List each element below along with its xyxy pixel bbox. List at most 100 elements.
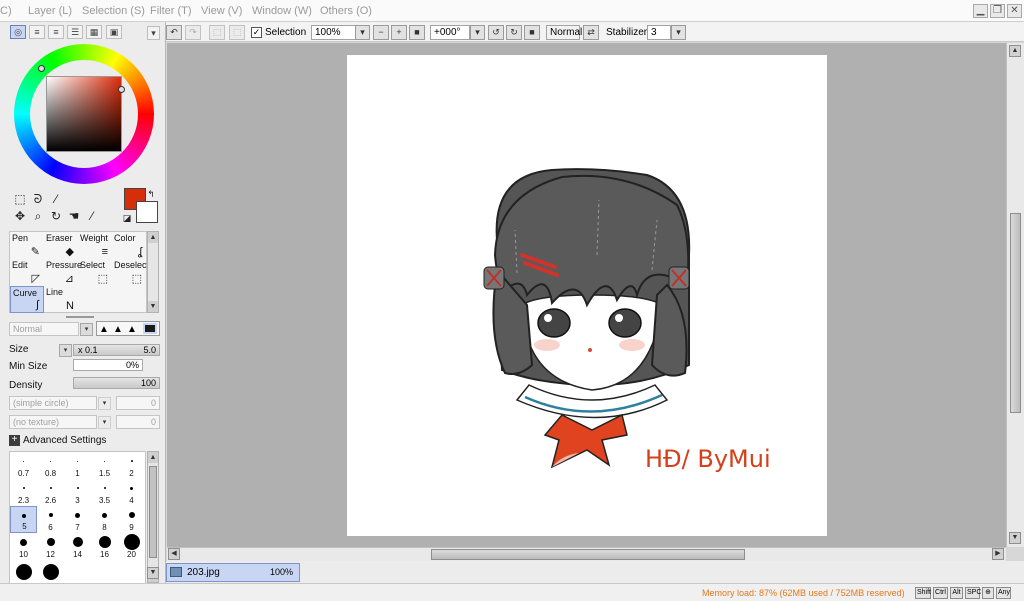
rotate-icon[interactable]: ↻ [48,208,64,224]
menu-item[interactable]: Selection (S) [82,5,145,17]
hard-shape-icon[interactable]: ▲ [127,324,137,335]
background-color-swatch[interactable] [136,201,158,223]
close-button[interactable]: ✕ [1007,4,1022,18]
brush-size-preset[interactable]: 14 [64,533,91,560]
hand-icon[interactable]: ☚ [66,208,82,224]
menu-item[interactable]: Window (W) [252,5,312,17]
zoom-out-icon[interactable]: − [373,25,389,40]
brush-size-preset[interactable]: 0.8 [37,452,64,479]
blend-mode-field[interactable]: Normal [9,322,79,336]
canvas-vertical-scrollbar[interactable]: ▲ ▼ [1006,43,1024,547]
brush-size-preset[interactable]: 8 [91,506,118,533]
brush-deselect[interactable]: Deselect ⬚ [112,259,149,286]
eyedropper-icon[interactable]: ⁄ [84,208,100,224]
stabilizer-dropdown[interactable]: ▾ [671,25,686,40]
rgb-slider-tab[interactable]: ≡ [29,25,45,39]
brush-size-preset[interactable]: 2.3 [10,479,37,506]
brush-size-preset[interactable]: 2.6 [37,479,64,506]
swatch-tab[interactable]: ☰ [67,25,83,39]
advanced-settings-label[interactable]: Advanced Settings [23,435,106,446]
brush-pen[interactable]: Pen ✎ [10,232,44,259]
deselect-icon[interactable]: ⬚ [209,25,225,40]
magic-wand-icon[interactable]: ⁄ [48,191,64,207]
menu-item[interactable]: Layer (L) [28,5,72,17]
brush-size-preset[interactable]: 4 [118,479,145,506]
scroll-up-arrow[interactable]: ▲ [148,452,158,463]
scroll-down-arrow[interactable]: ▼ [148,301,158,312]
brush-texture-dropdown[interactable]: ▾ [98,416,111,429]
brush-size-preset[interactable]: 5 [10,506,37,533]
brush-weight[interactable]: Weight ≡ [78,232,112,259]
brush-size-preset[interactable]: 12 [37,533,64,560]
brush-edit[interactable]: Edit ◸ [10,259,44,286]
menu-item[interactable]: C) [0,5,12,17]
brush-size-preset[interactable]: 2 [118,452,145,479]
brush-shape-value[interactable]: 0 [116,396,160,410]
rotation-dropdown[interactable]: ▾ [470,25,485,40]
size-slider[interactable]: x 0.1 5.0 [73,344,160,356]
brush-select[interactable]: Select ⬚ [78,259,112,286]
canvas-paper[interactable]: HĐ/ ByMui [347,55,827,536]
selection-checkbox[interactable]: ✓ [251,27,262,38]
sv-marker[interactable] [118,86,125,93]
brush-size-preset[interactable]: 10 [10,533,37,560]
scroll-down-arrow[interactable]: ▼ [1009,532,1021,544]
zoom-icon[interactable]: ⌕ [30,208,46,224]
soft-shape-icon[interactable]: ▲ [99,324,109,335]
flip-canvas-icon[interactable]: ⇄ [583,25,599,40]
brush-size-preset[interactable]: 7 [64,506,91,533]
solid-shape-icon[interactable] [143,323,157,334]
color-wheel[interactable] [14,44,154,184]
brush-texture-value[interactable]: 0 [116,415,160,429]
brush-line[interactable]: Line N [44,286,78,313]
brush-size-preset[interactable]: 16 [91,533,118,560]
restore-button[interactable]: ❐ [990,4,1005,18]
brush-curve[interactable]: Curve ∫ [10,286,44,313]
invert-selection-icon[interactable]: ⬚ [229,25,245,40]
menu-item[interactable]: View (V) [201,5,242,17]
brush-eraser[interactable]: Eraser ◆ [44,232,78,259]
undo-icon[interactable]: ↶ [166,25,182,40]
zoom-field[interactable]: 100% [311,25,356,40]
scroll-right-arrow[interactable]: ▶ [992,548,1004,560]
blend-mode-field[interactable]: Normal [546,25,582,40]
stabilizer-field[interactable]: 3 [647,25,671,40]
scroll-left-arrow[interactable]: ◀ [168,548,180,560]
brush-grid-scrollbar[interactable]: ▲ ▼ [147,231,159,313]
brush-pressure[interactable]: Pressure ⊿ [44,259,82,286]
zoom-reset-icon[interactable]: ■ [409,25,425,40]
brush-size-preset[interactable]: 3.5 [91,479,118,506]
brush-shape-field[interactable]: (simple circle) [9,396,97,410]
menu-item[interactable]: Filter (T) [150,5,192,17]
lasso-icon[interactable]: ᘐ [30,191,46,207]
scroll-up-arrow[interactable]: ▲ [148,232,158,243]
hsv-slider-tab[interactable]: ≡ [48,25,64,39]
brush-size-preset[interactable]: 3 [64,479,91,506]
zoom-dropdown[interactable]: ▾ [355,25,370,40]
brush-size-preset[interactable]: 1 [64,452,91,479]
brush-color[interactable]: Color ʆ [112,232,146,259]
move-icon[interactable]: ✥ [12,208,28,224]
menu-item[interactable]: Others (O) [320,5,372,17]
size-grid-scroll-thumb[interactable] [149,466,157,558]
rotation-field[interactable]: +000° [430,25,470,40]
rotate-left-icon[interactable]: ↺ [488,25,504,40]
panel-splitter[interactable] [66,316,94,318]
minimize-button[interactable]: ▁ [973,4,988,18]
size-multiplier-dropdown[interactable]: ▾ [59,344,72,357]
rotate-right-icon[interactable]: ↻ [506,25,522,40]
expand-icon[interactable]: + [9,435,20,446]
blend-mode-dropdown[interactable]: ▾ [80,323,93,336]
brush-size-preset[interactable]: 6 [37,506,64,533]
hue-marker[interactable] [38,65,45,72]
min-size-slider[interactable]: 0% [73,359,143,371]
horizontal-scroll-thumb[interactable] [431,549,745,560]
scratchpad-tab[interactable]: ▦ [86,25,102,39]
density-slider[interactable]: 100 [73,377,160,389]
file-tab[interactable]: 203.jpg 100% [166,563,300,582]
rotation-reset-icon[interactable]: ■ [524,25,540,40]
brush-texture-field[interactable]: (no texture) [9,415,97,429]
reset-colors-icon[interactable]: ◪ [121,210,133,226]
brush-size-preset[interactable]: 9 [118,506,145,533]
redo-icon[interactable]: ↷ [185,25,201,40]
